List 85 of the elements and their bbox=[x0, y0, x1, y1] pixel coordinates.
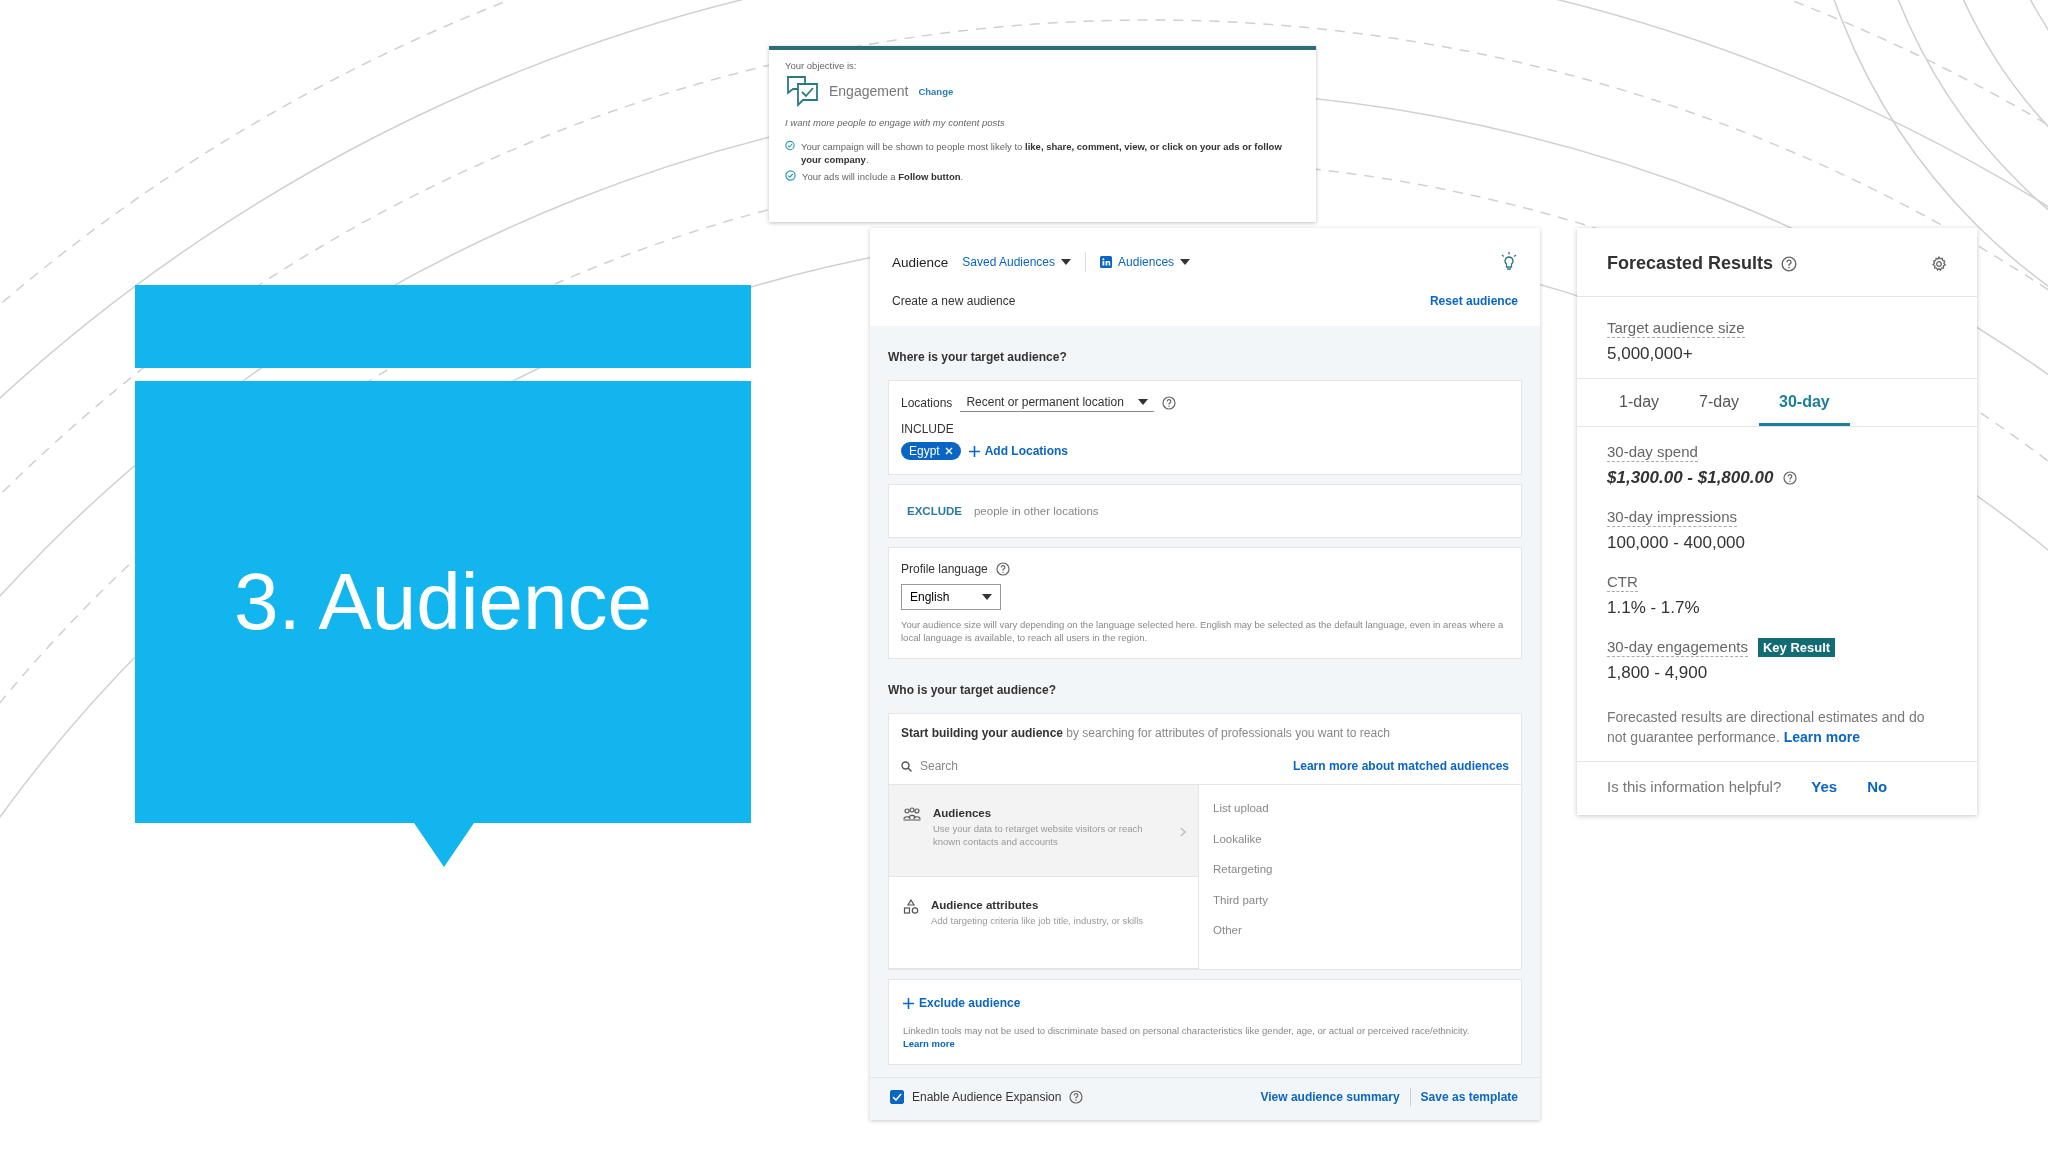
feedback-answer[interactable]: No bbox=[1867, 778, 1888, 795]
category-item[interactable]: Audience attributes Add targeting criteria like job title, industry, or skills bbox=[889, 877, 1198, 969]
help-icon[interactable] bbox=[1783, 471, 1798, 485]
option-item[interactable]: Lookalike bbox=[1213, 823, 1507, 854]
shapes-icon bbox=[903, 899, 919, 915]
caret-icon bbox=[1061, 259, 1072, 265]
caret-icon bbox=[982, 594, 992, 600]
chat-check-icon bbox=[785, 75, 819, 107]
close-icon bbox=[944, 447, 953, 455]
key-result-badge: Key Result bbox=[1757, 638, 1836, 657]
objective-name: Engagement bbox=[829, 83, 909, 99]
caret-icon bbox=[1137, 399, 1148, 405]
category-description: Use your data to retarget website visitors or reach known contacts and accounts bbox=[933, 822, 1144, 848]
period-tab[interactable]: 7-day bbox=[1679, 379, 1760, 426]
checkbox[interactable] bbox=[890, 1090, 904, 1104]
objective-caption: Your objective is: bbox=[785, 60, 858, 71]
learn-more-link[interactable]: Learn more bbox=[1783, 729, 1860, 745]
exclude-label: EXCLUDE bbox=[907, 505, 962, 517]
feedback-answer[interactable]: Yes bbox=[1811, 778, 1838, 795]
note-text: Your ads will include a Follow button. bbox=[802, 170, 964, 183]
help-text: Your audience size will vary depending on the language selected here. English may be selected as the default language, even in areas where a local language is available, to reach all users in the region. bbox=[901, 618, 1505, 644]
metric-value: 100,000 - 400,000 bbox=[1607, 533, 1746, 553]
metric-value: 5,000,000+ bbox=[1607, 344, 1694, 364]
metric-label: CTR bbox=[1607, 573, 1638, 592]
location-type-dropdown[interactable]: Recent or permanent location bbox=[960, 393, 1154, 412]
profile-square-icon bbox=[1100, 256, 1113, 268]
intro-text: Start building your audience by searching for attributes of professionals you want to reach bbox=[900, 725, 1391, 742]
help-icon[interactable] bbox=[1161, 395, 1176, 410]
chevron-right-icon bbox=[1180, 826, 1186, 837]
field-label: Locations bbox=[901, 395, 953, 410]
period-tab[interactable]: 30-day bbox=[1759, 379, 1850, 426]
change-link[interactable]: Change bbox=[918, 85, 954, 97]
category-title: Audience attributes bbox=[931, 899, 1040, 911]
people-icon bbox=[903, 807, 921, 821]
category-title: Audiences bbox=[933, 807, 993, 819]
settings-icon[interactable] bbox=[1931, 255, 1947, 272]
lightbulb-icon[interactable] bbox=[1500, 252, 1518, 272]
plus-icon bbox=[903, 997, 914, 1009]
objective-description: I want more people to engage with my content posts bbox=[785, 117, 1006, 128]
section-title: Audience bbox=[892, 254, 949, 270]
help-icon[interactable] bbox=[1069, 1090, 1084, 1104]
plus-icon bbox=[968, 445, 980, 457]
metric-value: $1,300.00 - $1,800.00 bbox=[1607, 468, 1774, 488]
caret-icon bbox=[1180, 259, 1191, 265]
footer-link[interactable]: View audience summary bbox=[1260, 1090, 1400, 1104]
disclaimer-text: Forecasted results are directional estimates and do not guarantee performance. Learn more bbox=[1577, 707, 1977, 762]
footer-link[interactable]: Save as template bbox=[1420, 1090, 1518, 1104]
add-locations-link[interactable]: Add Locations bbox=[984, 444, 1069, 458]
metric-label: Target audience size bbox=[1607, 319, 1745, 338]
note-text: Your campaign will be shown to people most likely to like, share, comment, view, or click on your ads or follow your company. bbox=[800, 140, 1283, 166]
include-label: INCLUDE bbox=[901, 422, 955, 436]
exclude-audience-link[interactable]: Exclude audience bbox=[919, 996, 1021, 1010]
subtitle: Create a new audience bbox=[892, 294, 1016, 308]
option-item[interactable]: Third party bbox=[1213, 884, 1507, 915]
metric-value: 1,800 - 4,900 bbox=[1607, 663, 1709, 683]
option-item[interactable]: Other bbox=[1213, 915, 1507, 946]
disclaimer-text: LinkedIn tools may not be used to discriminate based on personal characteristics like gender, age, or actual or perceived race/ethnicity. Learn more bbox=[903, 1024, 1471, 1050]
section-heading: Who is your target audience? bbox=[888, 683, 1058, 697]
metric-label: 30-day impressions bbox=[1607, 508, 1738, 527]
audience-menu[interactable]: Saved Audiences bbox=[962, 255, 1072, 269]
metric-label: 30-day spend bbox=[1607, 443, 1698, 462]
metric-label: 30-day engagements bbox=[1607, 638, 1748, 657]
section-heading: Where is your target audience? bbox=[888, 350, 1068, 364]
category-item[interactable]: Audiences Use your data to retarget website visitors or reach known contacts and accounts bbox=[889, 785, 1198, 877]
search-icon bbox=[901, 760, 912, 772]
learn-more-link[interactable]: Learn more bbox=[903, 1038, 955, 1049]
field-label: Profile language bbox=[901, 562, 988, 576]
feedback-question: Is this information helpful? bbox=[1607, 778, 1782, 795]
help-icon[interactable] bbox=[995, 562, 1010, 576]
slide-title: 3. Audience bbox=[233, 556, 653, 648]
category-description: Add targeting criteria like job title, industry, or skills bbox=[931, 914, 1145, 927]
audience-menu[interactable]: Audiences bbox=[1100, 255, 1191, 269]
option-item[interactable]: Retargeting bbox=[1213, 854, 1507, 885]
option-item[interactable]: List upload bbox=[1213, 793, 1507, 824]
reset-link[interactable]: Reset audience bbox=[1429, 294, 1518, 308]
period-tab[interactable]: 1-day bbox=[1599, 379, 1680, 426]
check-circle-icon bbox=[785, 140, 795, 151]
checkbox-label: Enable Audience Expansion bbox=[912, 1090, 1062, 1104]
metric-value: 1.1% - 1.7% bbox=[1607, 598, 1701, 618]
learn-more-link[interactable]: Learn more about matched audiences bbox=[1292, 759, 1509, 773]
location-chip[interactable]: Egypt bbox=[901, 442, 961, 460]
panel-title: Forecasted Results bbox=[1607, 253, 1774, 274]
check-circle-icon bbox=[785, 170, 796, 181]
help-icon[interactable] bbox=[1781, 255, 1798, 272]
language-select[interactable]: English bbox=[901, 584, 1001, 610]
